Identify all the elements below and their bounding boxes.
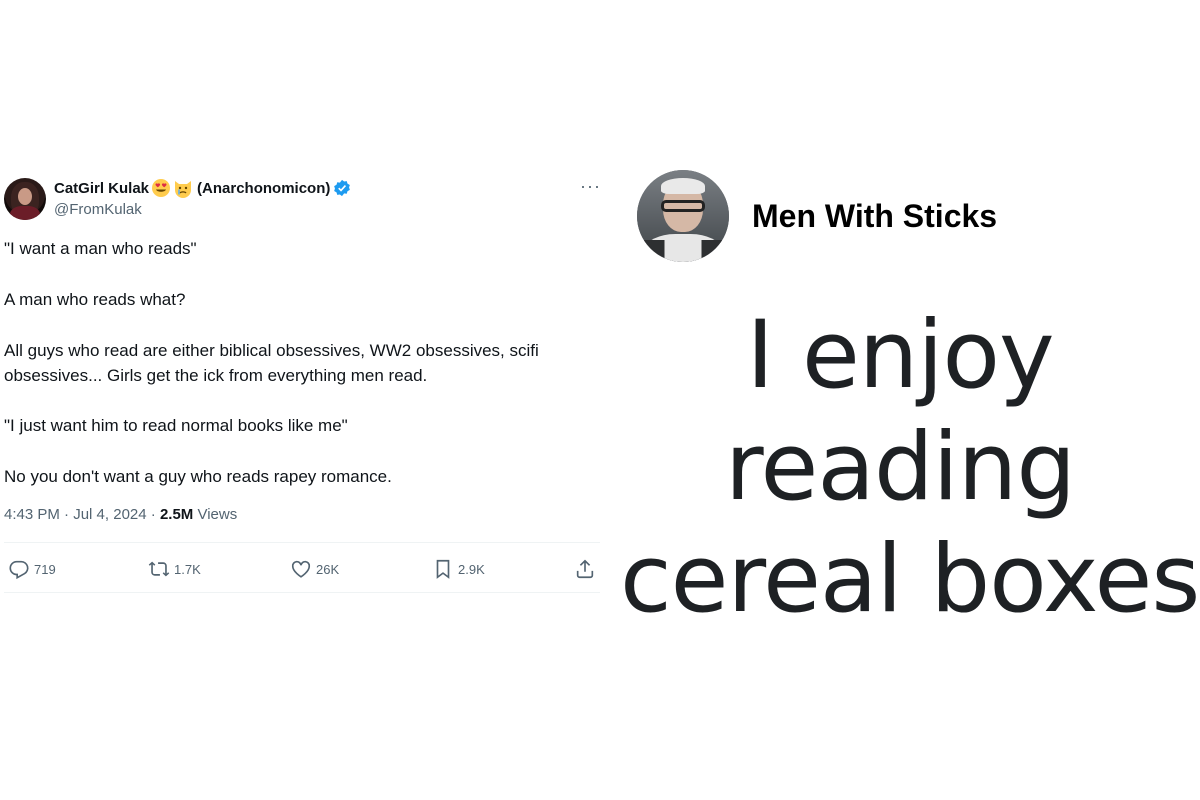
reply-count: 719 (34, 561, 56, 577)
reply-button[interactable]: 719 (8, 557, 56, 581)
tweet-paragraph: "I just want him to read normal books li… (4, 416, 348, 435)
tweet-paragraph: All guys who read are either biblical ob… (4, 341, 539, 385)
like-button[interactable]: 26K (290, 557, 339, 581)
author-handle[interactable]: @FromKulak (54, 201, 142, 218)
meme-text-line: I enjoy (746, 301, 1054, 410)
reply-icon (9, 560, 29, 580)
display-name-suffix: (Anarchonomicon) (197, 179, 331, 197)
like-icon (291, 560, 311, 578)
views-count: 2.5M (159, 506, 194, 523)
tweet-time[interactable]: 4:43 PM (4, 506, 60, 523)
share-icon (576, 559, 594, 579)
tweet-date[interactable]: Jul 4, 2024 (73, 506, 146, 523)
meme-text-line: cereal boxes (620, 525, 1200, 634)
repost-button[interactable]: 1.7K (148, 557, 201, 581)
repost-count: 1.7K (174, 561, 201, 577)
verified-badge-icon[interactable] (333, 179, 351, 197)
meme-avatar (637, 170, 729, 262)
divider (4, 592, 600, 593)
profile-avatar[interactable] (4, 178, 46, 220)
bookmark-icon (436, 559, 450, 579)
more-options-icon[interactable]: ··· (580, 177, 601, 195)
tweet-meta: 4:43 PM · Jul 4, 2024 · 2.5M Views (4, 506, 238, 523)
tweet-paragraph: A man who reads what? (4, 290, 186, 309)
display-name[interactable]: CatGirl Kulak (54, 180, 149, 197)
author-name-row: CatGirl Kulak (Anarchonomicon) (54, 178, 351, 198)
views-label: Views (197, 506, 238, 523)
bookmark-count: 2.9K (458, 561, 485, 577)
divider (4, 542, 600, 543)
crying-cat-emoji-icon (173, 178, 193, 198)
meme-text-line: reading (724, 413, 1076, 522)
tweet-paragraph: "I want a man who reads" (4, 239, 197, 258)
like-count: 26K (316, 561, 340, 577)
heart-eyes-emoji-icon (151, 178, 171, 198)
share-button[interactable] (574, 557, 596, 581)
bookmark-button[interactable]: 2.9K (432, 557, 485, 581)
repost-icon (148, 561, 170, 577)
meme-account-name: Men With Sticks (752, 198, 998, 234)
tweet-paragraph: No you don't want a guy who reads rapey … (4, 467, 392, 486)
